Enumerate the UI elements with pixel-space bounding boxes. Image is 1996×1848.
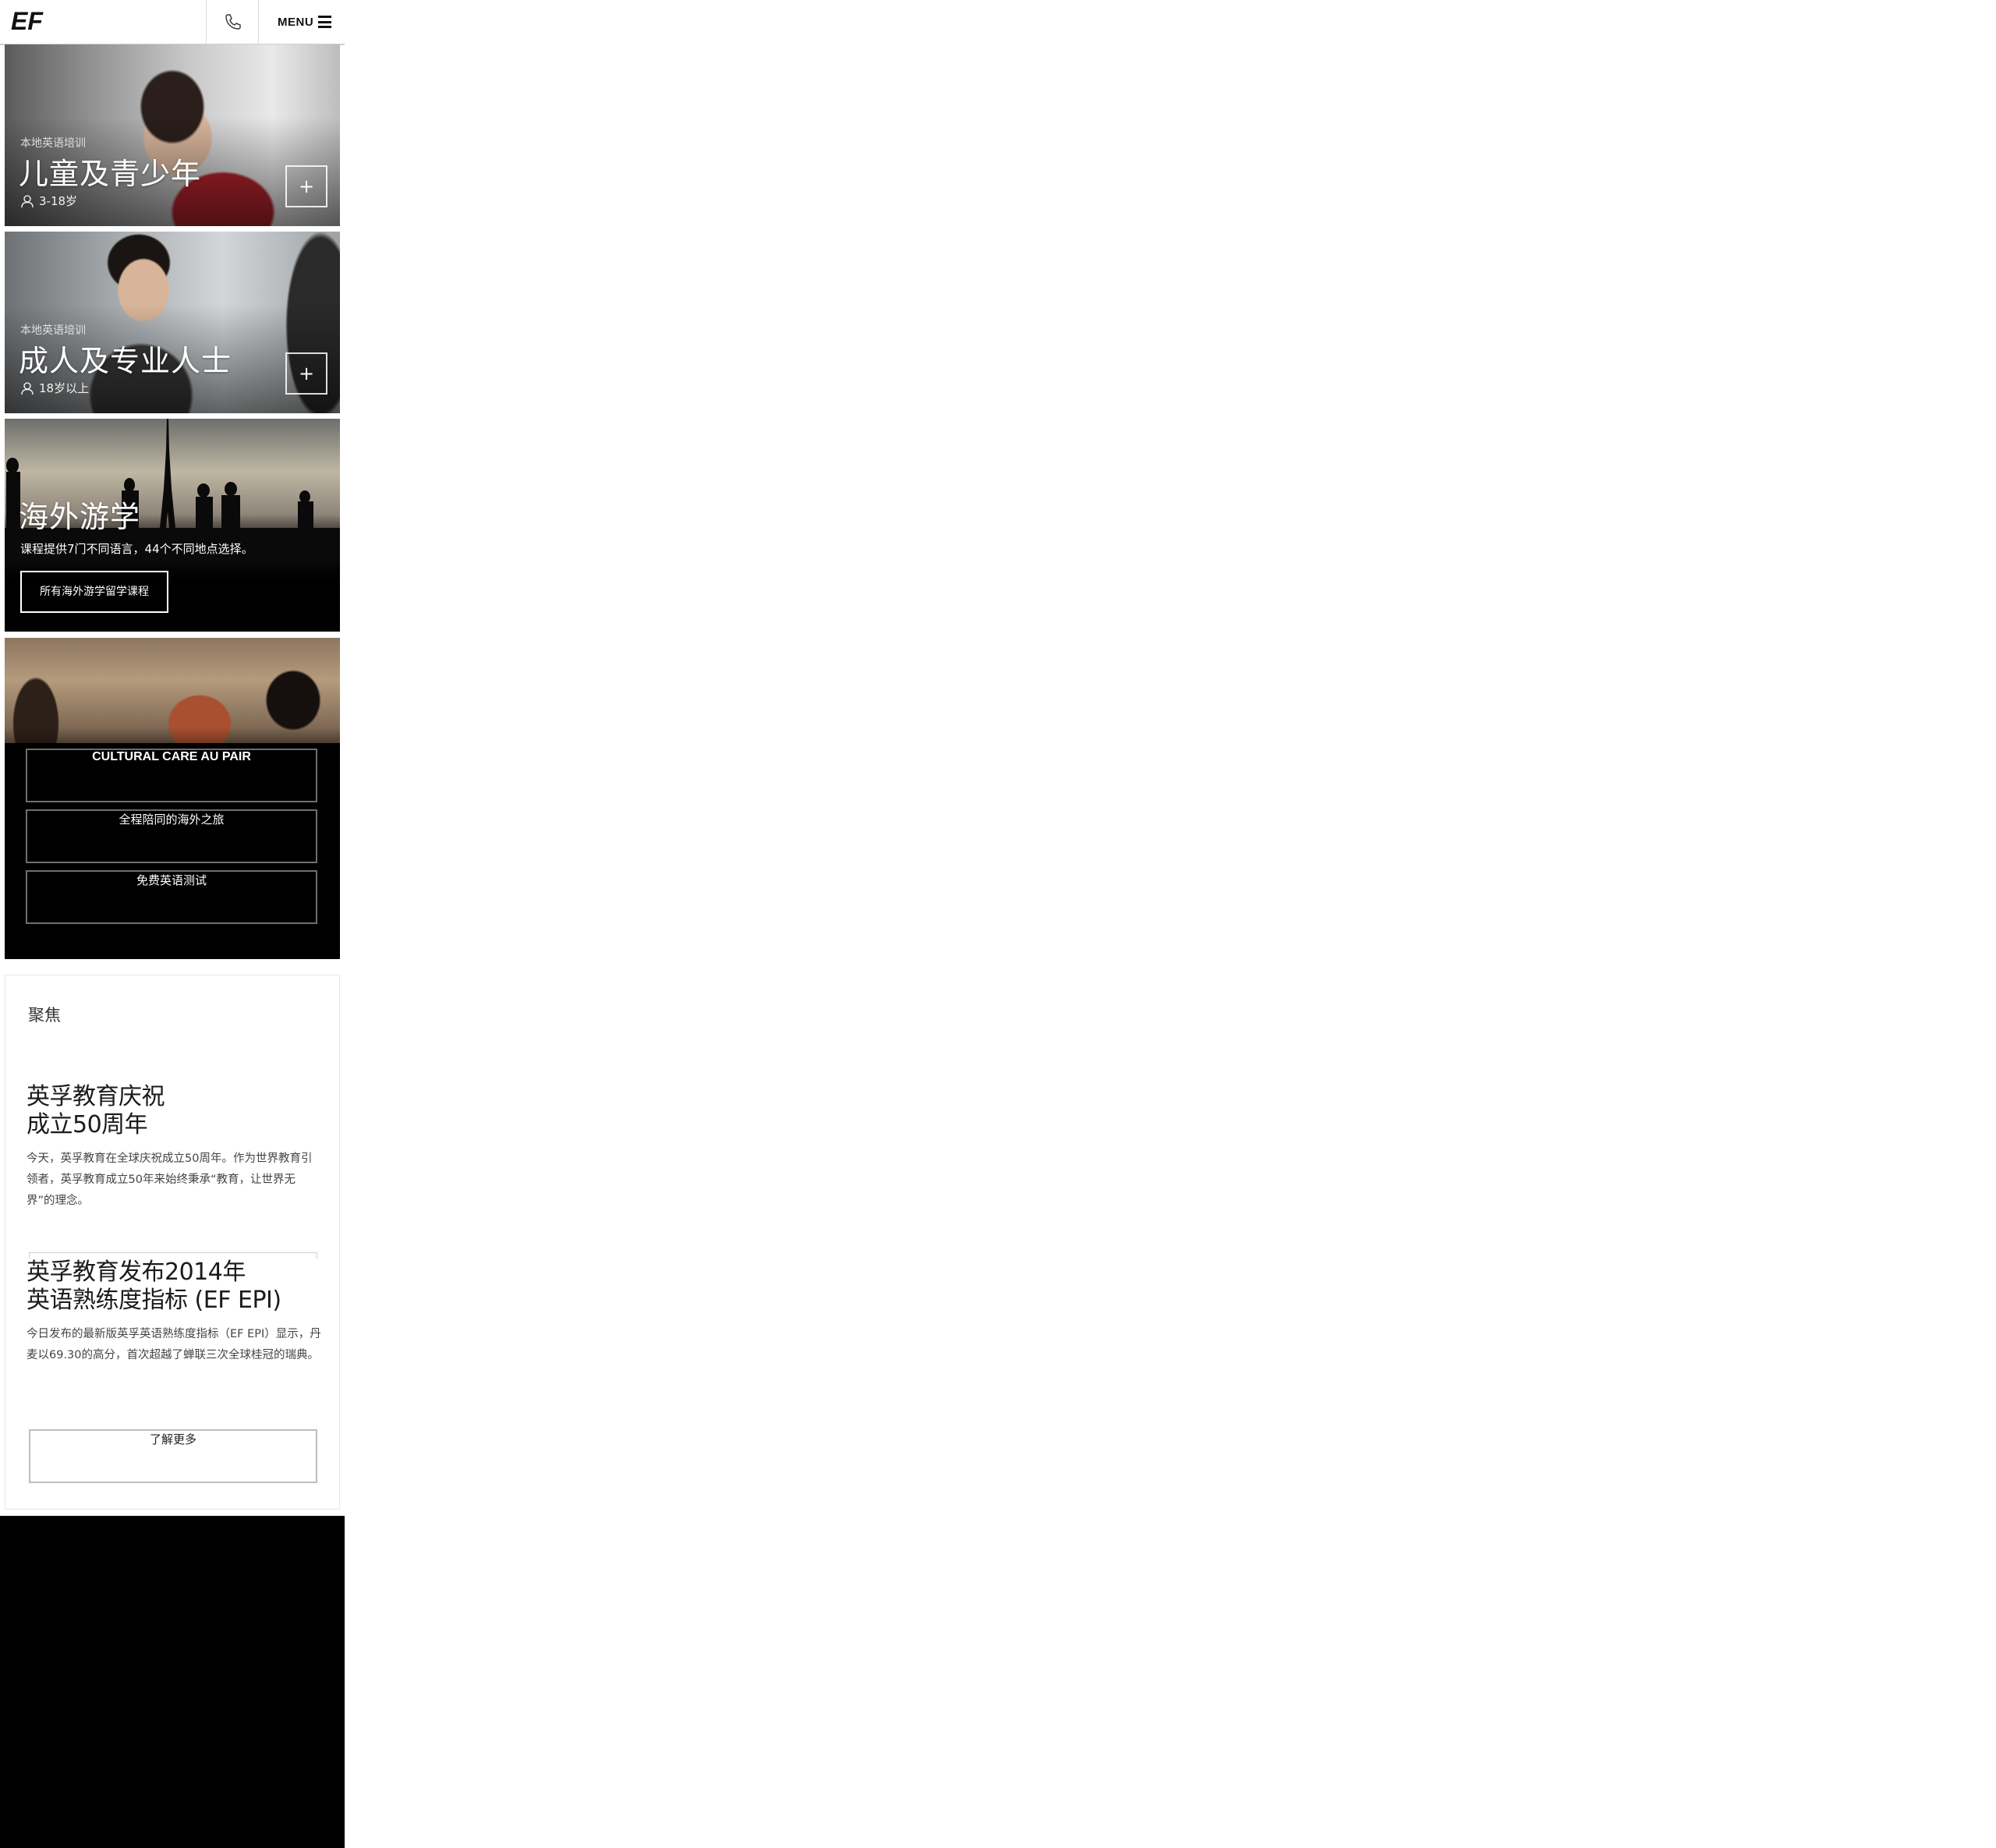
- kids-expand-button[interactable]: +: [285, 165, 327, 207]
- article-1-body: 今天，英孚教育在全球庆祝成立50周年。作为世界教育引领者，英孚教育成立50年来始…: [27, 1152, 313, 1207]
- study-abroad-card[interactable]: 海外游学 课程提供7门不同语言，44个不同地点选择。 所有海外游学留学课程: [5, 419, 340, 632]
- adults-age: 18岁以上: [20, 380, 89, 396]
- page-column: EF MENU 本地英语培训 儿童及青少年 3-18岁 + 本地英语培训 成人及…: [0, 0, 345, 1848]
- students-photo: [5, 638, 340, 743]
- phone-button[interactable]: [206, 0, 259, 44]
- phone-icon: [225, 14, 241, 30]
- cultural-care-button[interactable]: CULTURAL CARE AU PAIR: [26, 749, 317, 802]
- footer: [0, 1516, 345, 1848]
- escorted-tour-button[interactable]: 全程陪同的海外之旅: [26, 809, 317, 863]
- article-2-body: 今日发布的最新版英孚英语熟练度指标（EF EPI）显示，丹麦以69.30的高分，…: [27, 1328, 321, 1361]
- person-icon: [21, 381, 34, 395]
- menu-button[interactable]: MENU: [258, 0, 345, 44]
- kids-age: 3-18岁: [20, 193, 77, 209]
- more-programs-card: CULTURAL CARE AU PAIR 全程陪同的海外之旅 免费英语测试: [5, 638, 340, 959]
- adults-eyebrow: 本地英语培训: [20, 324, 86, 337]
- article-2-title[interactable]: 英孚教育发布2014年 英语熟练度指标 (EF EPI): [27, 1259, 281, 1315]
- abroad-all-courses-button[interactable]: 所有海外游学留学课程: [20, 571, 168, 613]
- svg-text:EF: EF: [11, 8, 44, 34]
- abroad-description: 课程提供7门不同语言，44个不同地点选择。: [20, 542, 253, 556]
- kids-age-text: 3-18岁: [39, 194, 78, 208]
- article-1-title[interactable]: 英孚教育庆祝 成立50周年: [27, 1083, 165, 1139]
- ef-logo[interactable]: EF: [9, 8, 53, 34]
- kids-title: 儿童及青少年: [19, 157, 202, 191]
- focus-label: 聚焦: [28, 1006, 61, 1025]
- person-icon: [21, 194, 34, 207]
- top-header: EF MENU: [0, 0, 345, 45]
- adults-expand-button[interactable]: +: [285, 352, 327, 395]
- learn-more-button[interactable]: 了解更多: [29, 1429, 317, 1483]
- article-2-title-line1: 英孚教育发布2014年: [27, 1259, 246, 1286]
- adults-age-text: 18岁以上: [39, 381, 90, 395]
- article-1-title-line2: 成立50周年: [27, 1111, 148, 1138]
- article-1-title-line1: 英孚教育庆祝: [27, 1083, 165, 1110]
- abroad-title: 海外游学: [19, 500, 141, 534]
- kids-teens-card[interactable]: 本地英语培训 儿童及青少年 3-18岁 +: [5, 44, 340, 226]
- article-divider: [29, 1252, 317, 1259]
- article-2-title-line2: 英语熟练度指标 (EF EPI): [27, 1287, 281, 1314]
- kids-eyebrow: 本地英语培训: [20, 137, 86, 150]
- focus-section: 聚焦 英孚教育庆祝 成立50周年 今天，英孚教育在全球庆祝成立50周年。作为世界…: [5, 975, 340, 1510]
- adults-title: 成人及专业人士: [19, 344, 232, 378]
- adults-card[interactable]: 本地英语培训 成人及专业人士 18岁以上 +: [5, 232, 340, 413]
- hamburger-icon: [318, 16, 331, 28]
- free-english-test-button[interactable]: 免费英语测试: [26, 870, 317, 924]
- menu-label: MENU: [278, 16, 314, 29]
